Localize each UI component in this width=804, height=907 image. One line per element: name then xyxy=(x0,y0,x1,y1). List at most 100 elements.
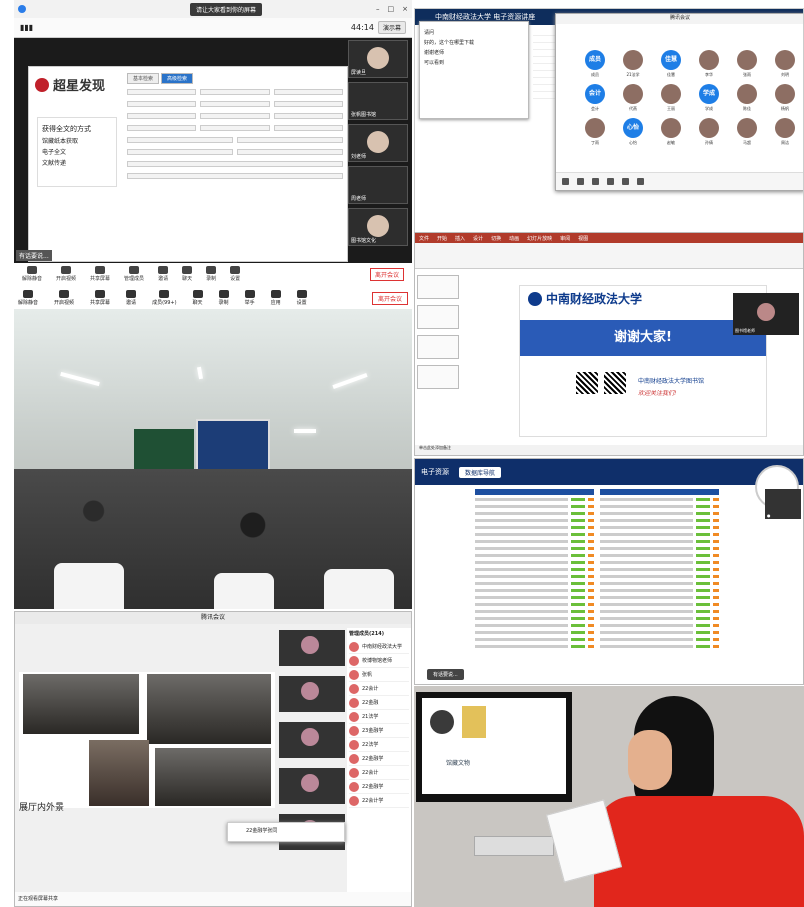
presenter-video[interactable]: ● xyxy=(765,489,801,519)
table-row[interactable] xyxy=(475,532,594,537)
table-row[interactable] xyxy=(600,504,719,509)
table-row[interactable] xyxy=(600,588,719,593)
table-row[interactable] xyxy=(475,504,594,509)
participant-tile[interactable]: 学成 学成 xyxy=(692,84,726,112)
share-screen-button[interactable]: 共享屏幕 xyxy=(90,266,110,282)
table-row[interactable] xyxy=(475,546,594,551)
chat-icon[interactable] xyxy=(622,178,629,185)
participant-popup[interactable]: 22金融学张同 xyxy=(227,822,345,842)
participant-tile[interactable]: 李华 xyxy=(692,50,726,78)
table-row[interactable] xyxy=(600,595,719,600)
invite-button[interactable]: 邀请 xyxy=(158,266,168,282)
typing-hint[interactable]: 有话要说... xyxy=(16,250,52,261)
mute-button[interactable]: 解除静音 xyxy=(22,266,42,282)
record-button[interactable]: 录制 xyxy=(218,290,229,306)
member-row[interactable]: 22金融学 xyxy=(349,752,409,766)
participant-tile[interactable]: 刘明 xyxy=(768,50,802,78)
table-row[interactable] xyxy=(600,623,719,628)
mute-button[interactable]: 解除静音 xyxy=(18,290,38,306)
table-row[interactable] xyxy=(600,644,719,649)
participant-video[interactable] xyxy=(279,722,345,758)
table-row[interactable] xyxy=(475,623,594,628)
participant-video[interactable]: 图书馆文化 xyxy=(348,208,408,246)
member-row[interactable]: 22会计 xyxy=(349,682,409,696)
participant-tile[interactable]: 陈佳 xyxy=(730,84,764,112)
leave-meeting-button[interactable]: 离开会议 xyxy=(369,267,404,281)
gear-icon[interactable] xyxy=(637,178,644,185)
settings-button[interactable]: 设置 xyxy=(296,290,307,306)
table-row[interactable] xyxy=(475,511,594,516)
share-button[interactable]: 演示幕 xyxy=(377,21,406,34)
camera-icon[interactable] xyxy=(577,178,584,185)
presenter-video[interactable]: 图书馆老师 xyxy=(733,293,799,335)
screen-icon[interactable] xyxy=(592,178,599,185)
table-row[interactable] xyxy=(600,581,719,586)
member-row[interactable]: 23金融学 xyxy=(349,724,409,738)
participant-video[interactable]: 刘老师 xyxy=(348,124,408,162)
table-row[interactable] xyxy=(600,567,719,572)
table-row[interactable] xyxy=(475,637,594,642)
participant-video[interactable] xyxy=(279,768,345,804)
table-row[interactable] xyxy=(600,553,719,558)
participant-tile[interactable]: 会计 会计 xyxy=(578,84,612,112)
table-row[interactable] xyxy=(600,518,719,523)
microphone-icon[interactable] xyxy=(562,178,569,185)
search-row[interactable] xyxy=(127,89,343,96)
raise-hand-button[interactable]: 举手 xyxy=(244,290,255,306)
minimize-icon[interactable]: – xyxy=(376,5,380,13)
member-row[interactable]: 21法学 xyxy=(349,710,409,724)
participant-tile[interactable]: 代燕 xyxy=(616,84,650,112)
search-row[interactable] xyxy=(127,149,343,156)
table-row[interactable] xyxy=(475,567,594,572)
table-row[interactable] xyxy=(475,644,594,649)
participant-tile[interactable]: 张雨 xyxy=(730,50,764,78)
member-row[interactable]: 中南财经政法大学 xyxy=(349,640,409,654)
member-row[interactable]: 22法学 xyxy=(349,738,409,752)
participant-tile[interactable]: 杨帆 xyxy=(768,84,802,112)
table-row[interactable] xyxy=(600,546,719,551)
participant-video[interactable]: 屏读旦 xyxy=(348,40,408,78)
table-row[interactable] xyxy=(475,588,594,593)
slide-thumbnail[interactable] xyxy=(417,365,459,389)
record-button[interactable]: 录制 xyxy=(206,266,216,282)
participant-tile[interactable]: 孙倩 xyxy=(692,118,726,146)
tab-database-nav[interactable]: 数据库导航 xyxy=(459,466,502,478)
member-row[interactable]: 22金融 xyxy=(349,696,409,710)
chat-button[interactable]: 聊天 xyxy=(182,266,192,282)
member-row[interactable]: 22金融学 xyxy=(349,780,409,794)
table-row[interactable] xyxy=(600,560,719,565)
search-row[interactable] xyxy=(127,137,343,144)
table-row[interactable] xyxy=(475,553,594,558)
chat-button[interactable]: 聊天 xyxy=(192,290,203,306)
participant-video[interactable]: 周老师 xyxy=(348,166,408,204)
video-button[interactable]: 开启视频 xyxy=(54,290,74,306)
slide-thumbnail[interactable] xyxy=(417,305,459,329)
table-row[interactable] xyxy=(600,609,719,614)
participant-video[interactable] xyxy=(279,630,345,666)
member-row[interactable]: 张帆 xyxy=(349,668,409,682)
tab-advanced[interactable]: 高级检索 xyxy=(161,73,194,84)
table-row[interactable] xyxy=(600,539,719,544)
table-row[interactable] xyxy=(475,609,594,614)
member-row[interactable]: 22会计 xyxy=(349,766,409,780)
search-row[interactable] xyxy=(127,161,343,168)
participant-tile[interactable]: 21法学 xyxy=(616,50,650,78)
invite-button[interactable]: 邀请 xyxy=(126,290,136,306)
search-row[interactable] xyxy=(127,113,343,120)
participant-tile[interactable]: 成员 成员 xyxy=(578,50,612,78)
notes-bar[interactable]: 单击此处添加备注 xyxy=(415,445,803,455)
typing-hint[interactable]: 有话要说... xyxy=(427,669,464,680)
table-row[interactable] xyxy=(600,511,719,516)
search-row[interactable] xyxy=(127,173,343,180)
participant-video[interactable]: 张帆图书馆 xyxy=(348,82,408,120)
table-row[interactable] xyxy=(600,525,719,530)
table-row[interactable] xyxy=(600,532,719,537)
menu-item[interactable]: 文献传递 xyxy=(42,158,112,167)
participant-tile[interactable]: 赵敏 xyxy=(654,118,688,146)
table-row[interactable] xyxy=(600,637,719,642)
leave-meeting-button[interactable]: 离开会议 xyxy=(371,291,408,305)
people-icon[interactable] xyxy=(607,178,614,185)
search-row[interactable] xyxy=(127,125,343,132)
table-row[interactable] xyxy=(600,574,719,579)
video-button[interactable]: 开启视频 xyxy=(56,266,76,282)
